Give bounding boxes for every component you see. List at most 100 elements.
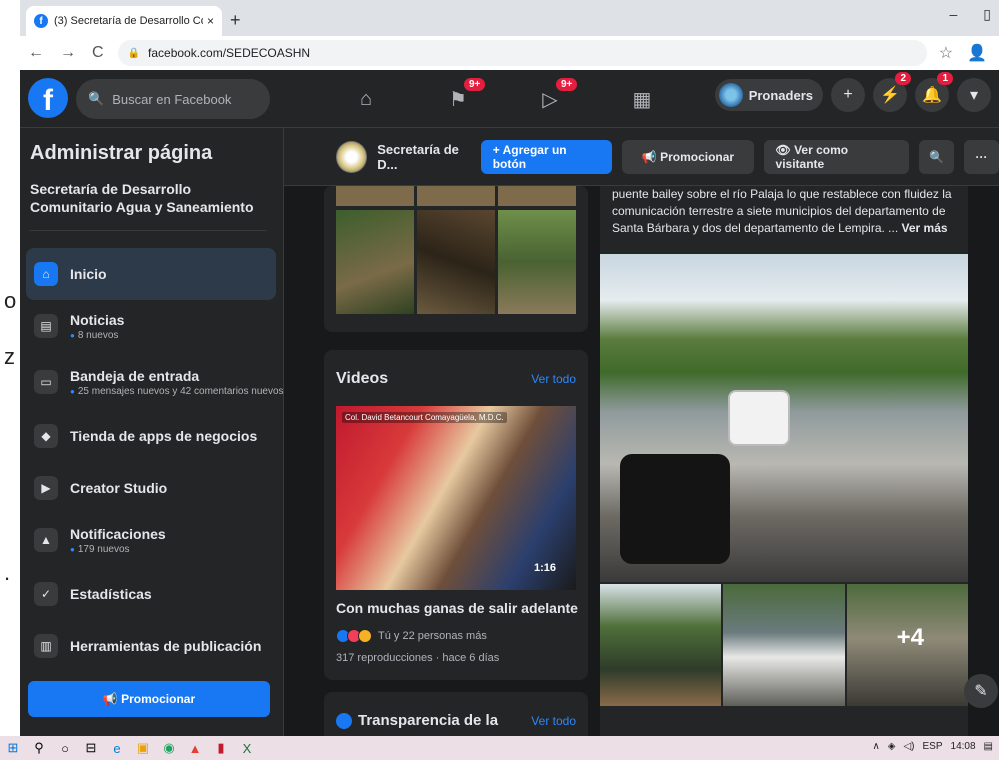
promote-button[interactable]: 📢 Promocionar	[28, 681, 270, 717]
photo-camera-shape	[620, 454, 730, 564]
sidebar-item-label: Herramientas de publicación	[70, 638, 262, 654]
volume-icon[interactable]: ◁)	[903, 741, 914, 752]
post-photo-thumbnail[interactable]	[723, 584, 845, 706]
creator-studio-icon: ▶	[34, 476, 58, 500]
videos-see-all-link[interactable]: Ver todo	[531, 372, 576, 386]
transparency-card: Transparencia de la Ver todo	[324, 692, 588, 736]
post-text: puente bailey sobre el río Palaja lo que…	[612, 186, 962, 237]
transparency-icon	[336, 712, 352, 729]
windows-start-icon[interactable]: ⊞	[6, 740, 20, 755]
view-as-visitor-button[interactable]: 👁 Ver como visitante	[763, 139, 909, 174]
bookmark-star-icon[interactable]: ☆	[939, 43, 953, 63]
network-icon[interactable]: ◈	[888, 741, 896, 752]
sidebar-item-inicio[interactable]: ⌂ Inicio	[26, 248, 276, 300]
photo-grid	[336, 210, 576, 314]
acrobat-icon[interactable]: ▲	[188, 741, 202, 756]
feed-post: puente bailey sobre el río Palaja lo que…	[600, 186, 968, 736]
marketplace-icon: ▦	[632, 88, 652, 111]
more-options-icon[interactable]: ···	[963, 139, 999, 174]
messenger-badge: 2	[895, 72, 911, 85]
excel-icon[interactable]: X	[240, 741, 254, 756]
sidebar-page-name[interactable]: Secretaría de Desarrollo Comunitario Agu…	[30, 180, 260, 216]
bell-icon: ▲	[34, 528, 58, 552]
plus-icon: +	[843, 86, 853, 103]
url-text: facebook.com/SEDECOASHN	[148, 46, 311, 60]
facebook-top-bar: f 🔍 Buscar en Facebook ⌂ ⚑ 9+ ▷ 9+ ▦ ☺	[20, 70, 999, 128]
post-photo-thumbnail[interactable]: +4	[846, 584, 968, 706]
background-window-edge: o z .	[0, 0, 20, 736]
task-view-icon[interactable]: ⊟	[84, 740, 98, 755]
sidebar-item-notificaciones[interactable]: ▲ Notificaciones 179 nuevos	[26, 514, 276, 566]
photo-thumbnail[interactable]	[336, 210, 414, 314]
post-photo-thumbnail[interactable]	[600, 584, 722, 706]
notifications-button[interactable]: 🔔 1	[915, 72, 953, 112]
facebook-logo-icon[interactable]: f	[28, 78, 68, 118]
page-name[interactable]: Secretaría de D...	[377, 142, 471, 172]
lock-icon: 🔒	[127, 47, 141, 59]
windows-taskbar: ⊞ ⚲ ○ ⊟ e ▣ ◉ ▲ ▮ X ∧ ◈ ◁) ESP 14:08 ▤	[0, 736, 999, 760]
create-button[interactable]: +	[831, 78, 865, 112]
divider	[30, 230, 266, 231]
photo-thumbnail[interactable]	[498, 210, 576, 314]
back-icon[interactable]: ←	[28, 44, 44, 62]
photo-thumbnail[interactable]	[417, 210, 495, 314]
facebook-favicon-icon: f	[34, 14, 48, 28]
photo-truck-shape	[730, 392, 788, 444]
address-bar[interactable]: 🔒 facebook.com/SEDECOASHN	[117, 40, 927, 66]
profile-icon[interactable]: 👤	[967, 43, 987, 63]
videos-card: Videos Ver todo Col. David Betancourt Co…	[324, 350, 588, 680]
restore-button[interactable]: ▯	[983, 6, 991, 23]
stats-icon: ✓	[34, 582, 58, 606]
edit-icon: ✎	[974, 683, 988, 700]
search-input[interactable]: 🔍 Buscar en Facebook	[76, 79, 270, 119]
profile-button[interactable]: Pronaders	[714, 79, 823, 111]
sidebar-item-bandeja[interactable]: ▭ Bandeja de entrada 25 mensajes nuevos …	[26, 356, 284, 408]
forward-icon[interactable]: →	[60, 44, 76, 62]
new-tab-button[interactable]: +	[230, 10, 241, 31]
sidebar-item-estadisticas[interactable]: ✓ Estadísticas	[26, 568, 276, 620]
sidebar-item-creator-studio[interactable]: ▶ Creator Studio	[26, 462, 276, 514]
home-icon: ⌂	[359, 87, 373, 110]
nav-home[interactable]: ⌂	[320, 70, 412, 128]
nav-watch[interactable]: ▷ 9+	[504, 70, 596, 128]
account-menu-button[interactable]: ▾	[957, 78, 991, 112]
notifications-center-icon[interactable]: ▤	[984, 741, 993, 752]
search-icon[interactable]: 🔍	[918, 139, 954, 174]
video-title[interactable]: Con muchas ganas de salir adelante y ha.…	[336, 600, 582, 616]
transparency-see-all-link[interactable]: Ver todo	[531, 714, 576, 728]
minimize-button[interactable]: –	[949, 6, 957, 23]
promote-page-button[interactable]: 📢 Promocionar	[622, 139, 754, 174]
nav-marketplace[interactable]: ▦	[596, 70, 688, 128]
chrome-icon[interactable]: ◉	[162, 740, 176, 755]
clock[interactable]: 14:08	[951, 741, 976, 752]
messenger-button[interactable]: ⚡ 2	[873, 72, 911, 112]
file-explorer-icon[interactable]: ▣	[136, 740, 150, 755]
cortana-icon[interactable]: ○	[58, 741, 72, 756]
nav-pages[interactable]: ⚑ 9+	[412, 70, 504, 128]
account-controls: Pronaders + ⚡ 2 🔔 1 ▾	[714, 72, 991, 112]
app-icon[interactable]: ▮	[214, 740, 228, 755]
taskbar-search-icon[interactable]: ⚲	[32, 740, 46, 755]
reload-icon[interactable]: C	[92, 44, 104, 62]
page-avatar[interactable]	[336, 140, 368, 173]
toolbar-right: ☆ 👤	[939, 43, 987, 63]
sidebar-item-label: Notificaciones	[70, 525, 166, 542]
edge-icon[interactable]: e	[110, 741, 124, 756]
tab-close-icon[interactable]: ×	[207, 14, 214, 28]
sidebar-item-label: Bandeja de entrada	[70, 367, 200, 384]
sidebar-item-label: Noticias	[70, 311, 125, 328]
add-button-button[interactable]: + Agregar un botón	[480, 139, 613, 174]
sidebar-item-label: Inicio	[70, 266, 107, 282]
compose-message-button[interactable]: ✎	[964, 674, 998, 708]
tray-chevron-icon[interactable]: ∧	[872, 741, 879, 752]
language-indicator[interactable]: ESP	[923, 741, 943, 752]
browser-tab[interactable]: f (3) Secretaría de Desarrollo Com ×	[26, 6, 222, 36]
video-thumbnail[interactable]: Col. David Betancourt Comayagüela, M.D.C…	[336, 406, 576, 590]
sidebar-item-tienda[interactable]: ◆ Tienda de apps de negocios	[26, 410, 276, 462]
sidebar-item-herramientas[interactable]: ▥ Herramientas de publicación	[26, 620, 276, 672]
see-more-link[interactable]: Ver más	[902, 221, 948, 235]
video-reactions[interactable]: Tú y 22 personas más	[336, 629, 487, 643]
post-photo-main[interactable]	[600, 254, 968, 582]
sidebar-item-noticias[interactable]: ▤ Noticias 8 nuevos	[26, 300, 276, 352]
window-controls: – ▯	[949, 6, 991, 23]
